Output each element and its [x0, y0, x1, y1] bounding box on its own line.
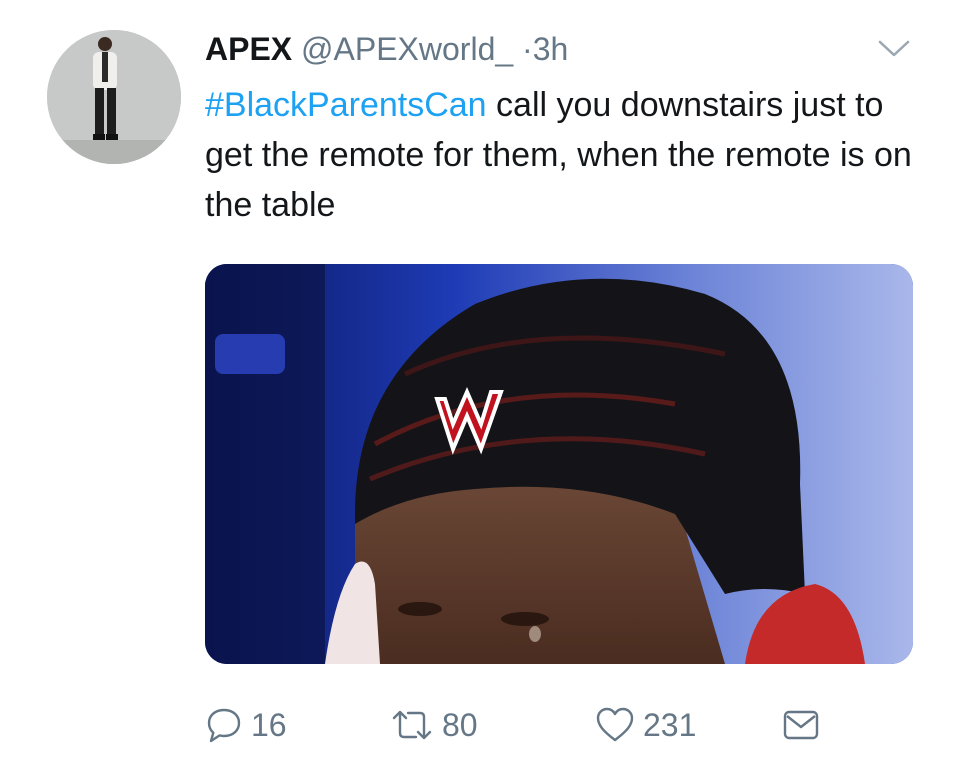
heart-icon	[595, 706, 635, 744]
author-name[interactable]: APEX	[205, 31, 292, 67]
tweet-text: #BlackParentsCan call you downstairs jus…	[205, 80, 925, 230]
separator-dot: ·	[522, 31, 533, 67]
retweet-button[interactable]: 80	[390, 700, 478, 750]
like-count: 231	[643, 706, 697, 743]
tweet-actions: 16 80 231	[205, 700, 845, 750]
author-handle[interactable]: @APEXworld_	[301, 31, 513, 67]
reply-count: 16	[251, 706, 287, 743]
speech-bubble-icon	[205, 706, 243, 744]
hashtag-link[interactable]: #BlackParentsCan	[205, 86, 487, 124]
tweet-media-image[interactable]	[205, 264, 913, 664]
retweet-arrows-icon	[390, 706, 434, 744]
envelope-icon	[781, 707, 821, 743]
avatar[interactable]	[47, 30, 181, 164]
reply-button[interactable]: 16	[205, 700, 287, 750]
direct-message-button[interactable]	[781, 700, 821, 750]
tweet-timestamp[interactable]: 3h	[533, 31, 569, 67]
like-button[interactable]: 231	[595, 700, 696, 750]
retweet-count: 80	[442, 706, 478, 743]
tweet-header: APEX @APEXworld_ ·3h	[205, 30, 568, 68]
chevron-down-icon[interactable]	[874, 36, 914, 60]
